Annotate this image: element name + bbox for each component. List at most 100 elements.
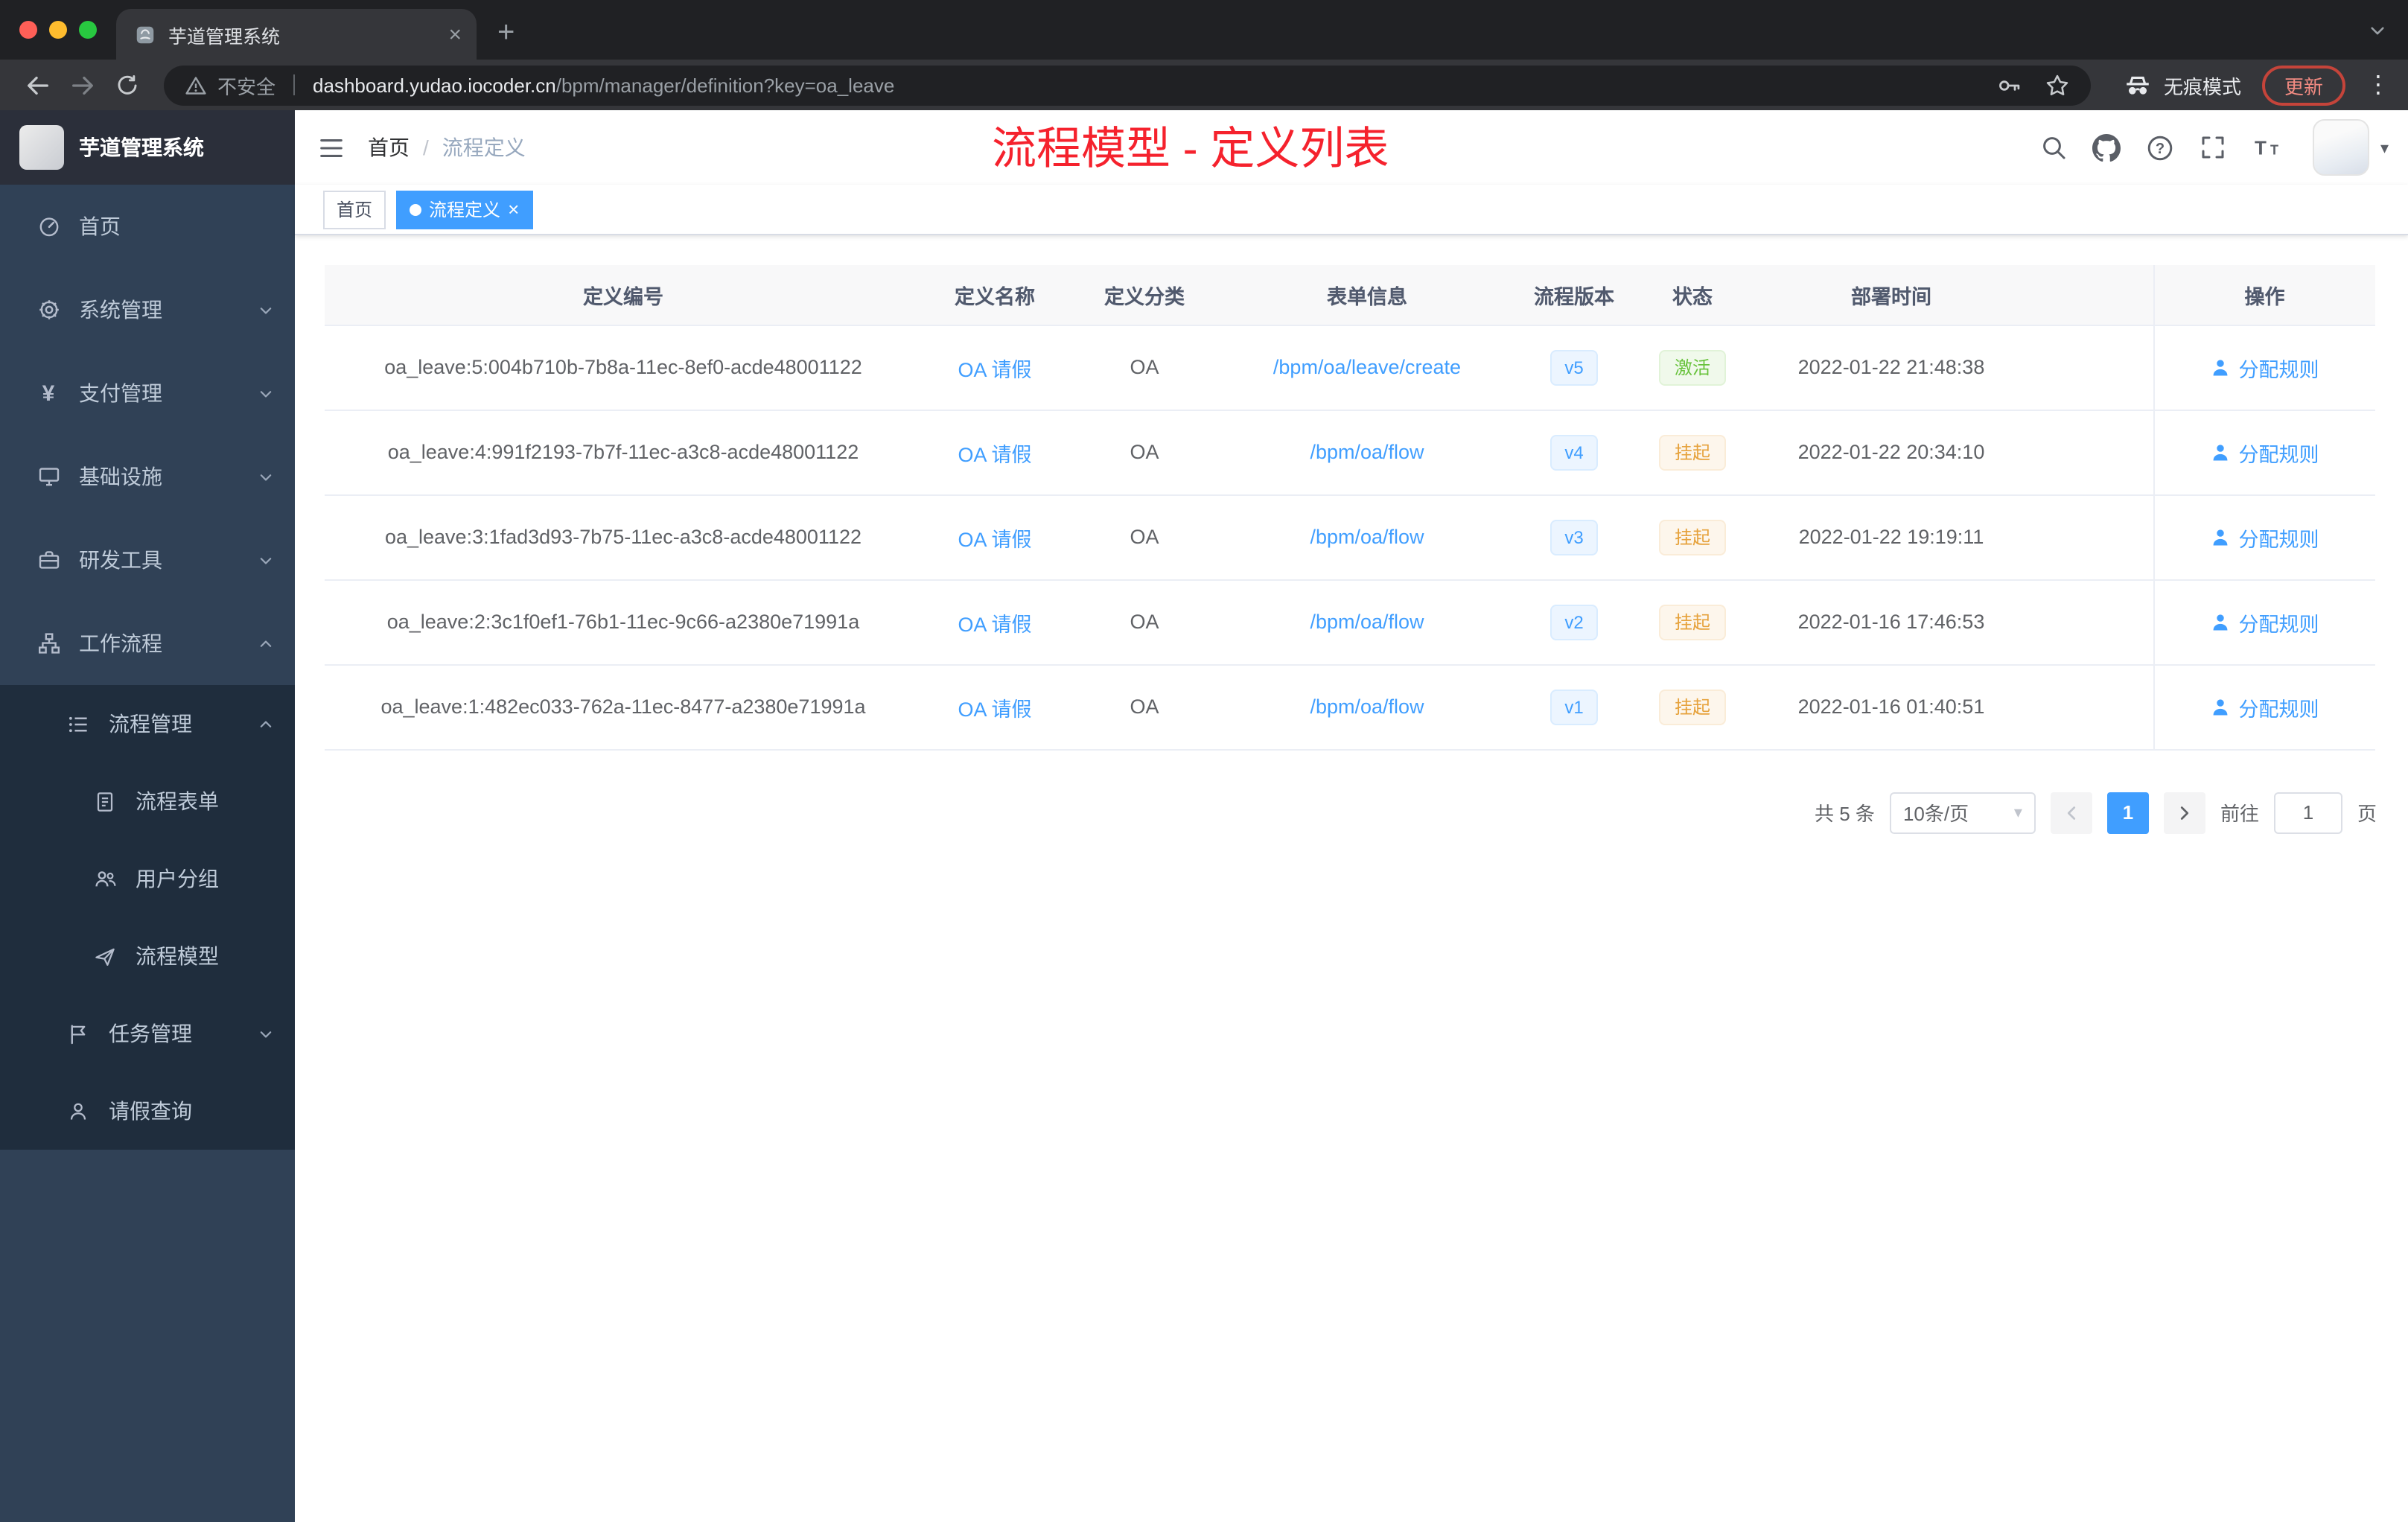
sidebar-item-home[interactable]: 首页 (0, 185, 295, 268)
sidebar-item-process-mgmt[interactable]: 流程管理 (0, 685, 295, 762)
sidebar-item-workflow[interactable]: 工作流程 (0, 602, 295, 685)
definition-id: oa_leave:3:1fad3d93-7b75-11ec-a3c8-acde4… (325, 494, 922, 580)
assign-rule-label: 分配规则 (2238, 528, 2319, 550)
deploy-time: 2022-01-22 19:19:11 (1750, 494, 2033, 580)
list-icon (66, 713, 91, 735)
chevron-down-icon (258, 1025, 274, 1042)
user-icon (2211, 357, 2232, 378)
sidebar-item-devtools[interactable]: 研发工具 (0, 518, 295, 602)
spacer-cell (2033, 579, 2153, 665)
assign-rule-link[interactable]: 分配规则 (2211, 522, 2319, 552)
new-tab-button[interactable]: + (497, 18, 515, 48)
window-fullscreen-button[interactable] (79, 21, 97, 39)
status-cell: 挂起 (1635, 664, 1750, 750)
page-number-button[interactable]: 1 (2106, 792, 2149, 833)
svg-text:T: T (2255, 137, 2267, 159)
form-info-link[interactable]: /bpm/oa/flow (1310, 441, 1424, 463)
security-label[interactable]: 不安全 (217, 71, 275, 99)
incognito-label: 无痕模式 (2163, 75, 2241, 98)
breadcrumb-home[interactable]: 首页 (368, 133, 410, 162)
assign-rule-label: 分配规则 (2238, 443, 2319, 465)
deploy-time: 2022-01-22 20:34:10 (1750, 410, 2033, 495)
window-close-button[interactable] (19, 21, 37, 39)
sidebar-item-label: 系统管理 (79, 298, 162, 322)
url-domain: dashboard.yudao.iocoder.cn (313, 74, 556, 96)
font-size-icon[interactable]: TT (2252, 134, 2282, 161)
chrome-update-button[interactable]: 更新 (2261, 65, 2345, 105)
status-badge: 挂起 (1659, 604, 1725, 640)
app-title: 芋道管理系统 (79, 136, 204, 159)
sidebar-item-label: 工作流程 (79, 631, 162, 655)
bookmark-star-icon[interactable] (2045, 72, 2070, 98)
assign-rule-link[interactable]: 分配规则 (2211, 352, 2319, 382)
dashboard-icon (36, 214, 61, 238)
sidebar-item-process-form[interactable]: 流程表单 (0, 762, 295, 840)
user-menu[interactable]: ▾ (2313, 119, 2389, 176)
sidebar-item-user-group[interactable]: 用户分组 (0, 840, 295, 917)
form-info-link[interactable]: /bpm/oa/flow (1310, 526, 1424, 548)
form-info-link[interactable]: /bpm/oa/flow (1310, 611, 1424, 633)
user-avatar[interactable] (2313, 119, 2370, 176)
not-secure-warning-icon (185, 74, 207, 96)
toolbox-icon (36, 548, 61, 572)
search-icon[interactable] (2041, 134, 2068, 161)
user-icon (2211, 526, 2232, 547)
back-button[interactable] (18, 66, 57, 104)
sidebar-item-label: 流程表单 (136, 789, 219, 813)
tab-close-icon[interactable]: × (448, 23, 462, 45)
refresh-button[interactable] (107, 66, 146, 104)
form-info-link[interactable]: /bpm/oa/flow (1310, 695, 1424, 718)
version-cell: v5 (1513, 325, 1635, 410)
main-area: 流程模型 - 定义列表 首页 / 流程定义 ? T T ▾ 首页 流程定义 × … (295, 110, 2408, 1522)
tab-search-icon[interactable] (2368, 21, 2387, 40)
definition-name-link[interactable]: OA 请假 (958, 528, 1031, 550)
sidebar-item-infra[interactable]: 基础设施 (0, 435, 295, 518)
app-logo-row[interactable]: 芋道管理系统 (0, 110, 295, 185)
sidebar-item-task-mgmt[interactable]: 任务管理 (0, 995, 295, 1072)
content-area: 定义编号 定义名称 定义分类 表单信息 流程版本 状态 部署时间 操作 oa_l… (295, 235, 2408, 833)
form-info-link[interactable]: /bpm/oa/leave/create (1273, 356, 1461, 378)
browser-tab[interactable]: 芋道管理系统 × (116, 9, 477, 60)
sidebar-item-label: 支付管理 (79, 381, 162, 405)
forward-button[interactable] (63, 66, 101, 104)
browser-menu-icon[interactable]: ⋮ (2366, 70, 2390, 100)
tag-process-definition[interactable]: 流程定义 × (396, 190, 533, 229)
assign-rule-label: 分配规则 (2238, 698, 2319, 720)
deploy-time: 2022-01-16 17:46:53 (1750, 579, 2033, 665)
definition-table: 定义编号 定义名称 定义分类 表单信息 流程版本 状态 部署时间 操作 oa_l… (325, 265, 2375, 750)
flag-icon (66, 1022, 91, 1045)
next-page-button[interactable] (2163, 792, 2205, 833)
tag-close-icon[interactable]: × (508, 200, 519, 219)
goto-page-input[interactable] (2273, 792, 2342, 833)
password-key-icon[interactable] (1997, 72, 2022, 98)
sidebar-item-process-model[interactable]: 流程模型 (0, 917, 295, 995)
sidebar-item-leave-query[interactable]: 请假查询 (0, 1072, 295, 1150)
assign-rule-link[interactable]: 分配规则 (2211, 437, 2319, 467)
definition-name-link[interactable]: OA 请假 (958, 698, 1031, 720)
definition-name-link[interactable]: OA 请假 (958, 613, 1031, 635)
app-logo (19, 125, 64, 170)
sidebar-item-payment[interactable]: ¥ 支付管理 (0, 351, 295, 435)
definition-name-link[interactable]: OA 请假 (958, 358, 1031, 380)
sidebar-item-system[interactable]: 系统管理 (0, 268, 295, 351)
hamburger-icon[interactable] (295, 133, 368, 162)
assign-rule-link[interactable]: 分配规则 (2211, 607, 2319, 637)
fullscreen-icon[interactable] (2200, 134, 2227, 161)
page-unit-label: 页 (2357, 803, 2377, 825)
prev-page-button[interactable] (2050, 792, 2092, 833)
sidebar-item-label: 用户分组 (136, 867, 219, 891)
definition-name-link[interactable]: OA 请假 (958, 443, 1031, 465)
column-header-name: 定义名称 (922, 265, 1068, 325)
definition-category: OA (1068, 410, 1221, 495)
page-size-value: 10条/页 (1902, 803, 1969, 825)
definition-category: OA (1068, 494, 1221, 580)
help-icon[interactable]: ? (2147, 133, 2175, 162)
window-minimize-button[interactable] (49, 21, 67, 39)
total-count-label: 共 5 条 (1815, 803, 1875, 825)
tag-home[interactable]: 首页 (323, 190, 386, 229)
actions-cell: 分配规则 (2153, 494, 2375, 580)
github-icon[interactable] (2092, 133, 2121, 162)
url-bar[interactable]: 不安全 dashboard.yudao.iocoder.cn/bpm/manag… (164, 65, 2091, 105)
assign-rule-link[interactable]: 分配规则 (2211, 692, 2319, 722)
page-size-select[interactable]: 10条/页 ▾ (1889, 792, 2036, 833)
